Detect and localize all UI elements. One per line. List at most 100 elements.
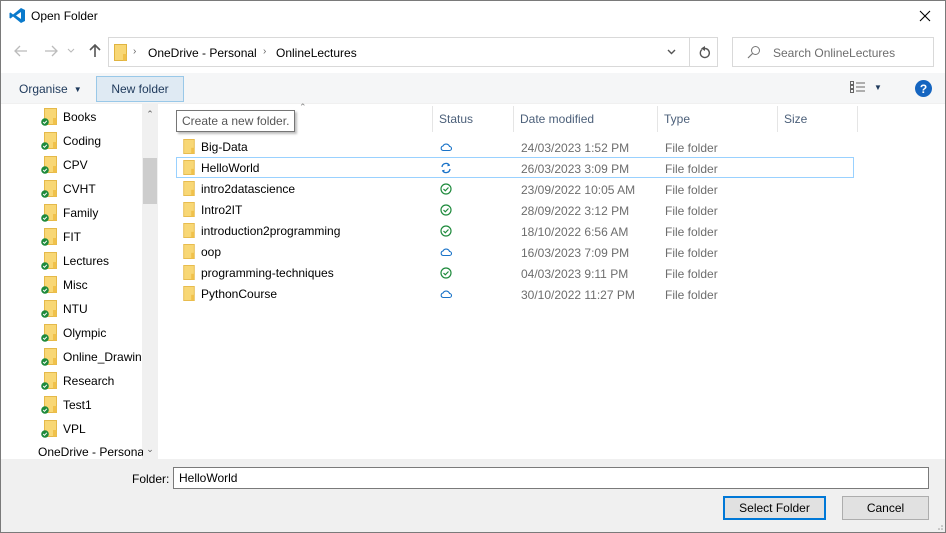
file-date-modified: 30/10/2022 11:27 PM [521,288,635,302]
file-name: intro2datascience [201,182,296,196]
sidebar-item-label: Books [63,110,97,124]
file-name: Intro2IT [201,203,243,217]
sidebar-item-ntu[interactable]: NTU [41,298,143,320]
breadcrumb-onlinelectures[interactable]: OnlineLectures [276,46,357,60]
close-icon [919,10,931,22]
file-type: File folder [665,225,718,239]
sidebar-item-label: Lectures [63,254,110,268]
folder-icon [41,252,57,270]
search-input[interactable]: Search OnlineLectures [773,46,895,60]
scroll-down-icon[interactable]: ⌄ [145,444,155,454]
synced-badge-icon [41,406,49,414]
change-view-button[interactable]: ▼ [850,81,882,93]
cloud-only-icon [440,141,453,153]
file-type: File folder [665,141,718,155]
sidebar-item-label: CVHT [63,182,96,196]
sync-pending-icon [440,162,452,174]
cancel-button[interactable]: Cancel [842,496,929,520]
file-row[interactable]: introduction2programming 18/10/2022 6:56 … [176,220,854,241]
search-box[interactable]: Search OnlineLectures [732,37,934,67]
sidebar-item-label: OneDrive - Personal [38,445,143,459]
organise-label: Organise [19,82,68,96]
select-folder-button[interactable]: Select Folder [723,496,826,520]
recent-locations-button[interactable] [65,41,77,61]
breadcrumb-onedrive[interactable]: OneDrive - Personal [148,46,257,60]
sidebar-item-vpl[interactable]: VPL [41,418,143,440]
sidebar-item-family[interactable]: Family [41,202,143,224]
file-type: File folder [665,246,718,260]
folder-label: Folder: [132,472,170,486]
sidebar-item-cvht[interactable]: CVHT [41,178,143,200]
new-folder-button[interactable]: New folder [96,76,184,102]
sidebar-item-coding[interactable]: Coding [41,130,143,152]
up-button[interactable] [85,41,105,61]
sidebar-item-label: Olympic [63,326,107,340]
navigation-bar: › OneDrive - Personal › OnlineLectures S… [1,31,945,73]
sidebar-item-label: Online_Drawing [63,350,143,364]
file-row[interactable]: PythonCourse 30/10/2022 11:27 PM File fold… [176,283,854,304]
sidebar-item-olympic[interactable]: Olympic [41,322,143,344]
close-button[interactable] [913,4,937,28]
refresh-button[interactable] [697,43,713,61]
sidebar-item-research[interactable]: Research [41,370,143,392]
sidebar-item-misc[interactable]: Misc [41,274,143,296]
forward-button[interactable] [41,41,61,61]
chevron-down-icon [667,49,675,55]
folder-icon [114,44,127,64]
file-name: PythonCourse [201,287,278,301]
new-folder-tooltip: Create a new folder. [176,110,296,132]
sidebar-item-cpv[interactable]: CPV [41,154,143,176]
synced-badge-icon [41,358,49,366]
folder-icon [41,204,57,222]
folder-icon [41,132,57,150]
synced-check-icon [440,225,452,237]
sidebar-item-books[interactable]: Books [41,106,143,128]
address-bar[interactable]: › OneDrive - Personal › OnlineLectures [108,37,718,67]
sidebar-item-test1[interactable]: Test1 [41,394,143,416]
navigation-pane: Books Coding CPV CVHT Family FIT Lectures Misc N… [1,104,158,459]
folder-icon [183,286,195,304]
sidebar-item-online-drawing[interactable]: Online_Drawing [41,346,143,368]
chevron-down-icon [67,48,75,53]
address-dropdown-button[interactable] [664,44,678,60]
organise-button[interactable]: Organise ▼ [11,76,90,102]
folder-icon [41,372,57,390]
file-name: HelloWorld [201,161,260,175]
address-divider [689,38,690,66]
folder-icon [183,181,195,199]
column-header-date-modified[interactable]: Date modified [514,106,658,132]
navigation-pane-scrollbar[interactable]: ⌃ ⌄ [142,104,158,459]
details-view-icon [850,81,865,93]
back-button[interactable] [11,41,31,61]
folder-icon [41,420,57,438]
synced-badge-icon [41,190,49,198]
scroll-up-icon[interactable]: ⌃ [145,109,155,119]
scrollbar-thumb[interactable] [143,158,157,204]
resize-grip-icon[interactable] [935,522,943,530]
sidebar-item-fit[interactable]: FIT [41,226,143,248]
column-header-size[interactable]: Size [778,106,858,132]
folder-icon [41,228,57,246]
folder-icon [41,276,57,294]
file-row[interactable]: intro2datascience 23/09/2022 10:05 AM File… [176,178,854,199]
sidebar-item-lectures[interactable]: Lectures [41,250,143,272]
column-header-type[interactable]: Type [658,106,778,132]
file-row[interactable]: Intro2IT 28/09/2022 3:12 PM File folder [176,199,854,220]
file-row[interactable]: oop 16/03/2023 7:09 PM File folder [176,241,854,262]
file-row[interactable]: Big-Data 24/03/2023 1:52 PM File folder [176,136,854,157]
help-button[interactable]: ? [915,80,932,97]
folder-name-input[interactable]: HelloWorld [173,467,929,489]
column-type-label: Type [664,112,691,126]
synced-badge-icon [41,166,49,174]
sidebar-item-label: CPV [63,158,88,172]
file-row[interactable]: HelloWorld 26/03/2023 3:09 PM File folder [176,157,854,178]
column-status-label: Status [439,112,474,126]
sidebar-item-label: VPL [63,422,86,436]
file-name: Big-Data [201,140,248,154]
column-header-status[interactable]: Status [433,106,514,132]
file-row[interactable]: programming-techniques 04/03/2023 9:11 PM… [176,262,854,283]
file-type: File folder [665,162,718,176]
sidebar-item-label: Misc [63,278,88,292]
sidebar-item-label: Family [63,206,99,220]
file-date-modified: 24/03/2023 1:52 PM [521,141,630,155]
